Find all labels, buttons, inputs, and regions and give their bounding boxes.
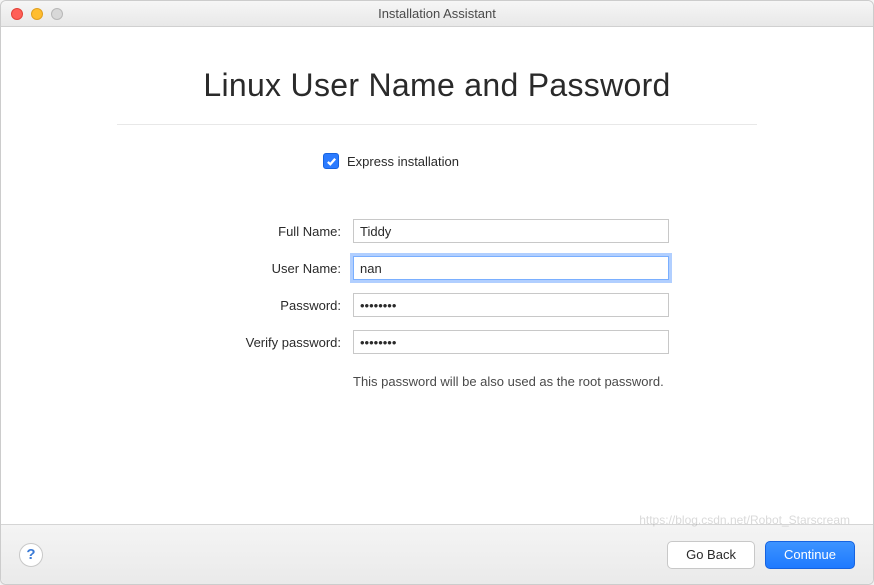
- content-area: Linux User Name and Password Express ins…: [1, 27, 873, 524]
- express-install-checkbox[interactable]: [323, 153, 339, 169]
- help-icon: ?: [26, 546, 35, 563]
- help-button[interactable]: ?: [19, 543, 43, 567]
- traffic-lights: [11, 8, 63, 20]
- full-name-row: Full Name:: [181, 219, 833, 243]
- minimize-icon[interactable]: [31, 8, 43, 20]
- divider: [117, 124, 757, 125]
- express-install-row: Express installation: [323, 153, 833, 169]
- page-title: Linux User Name and Password: [41, 67, 833, 104]
- user-name-input[interactable]: [353, 256, 669, 280]
- go-back-button[interactable]: Go Back: [667, 541, 755, 569]
- full-name-label: Full Name:: [181, 224, 341, 239]
- verify-password-input[interactable]: [353, 330, 669, 354]
- full-name-input[interactable]: [353, 219, 669, 243]
- password-label: Password:: [181, 298, 341, 313]
- window-title: Installation Assistant: [1, 6, 873, 21]
- user-name-row: User Name:: [181, 256, 833, 280]
- footer: ? Go Back Continue: [1, 524, 873, 584]
- titlebar: Installation Assistant: [1, 1, 873, 27]
- maximize-icon: [51, 8, 63, 20]
- password-input[interactable]: [353, 293, 669, 317]
- close-icon[interactable]: [11, 8, 23, 20]
- user-form: Full Name: User Name: Password: Verify p…: [181, 219, 833, 354]
- verify-password-label: Verify password:: [181, 335, 341, 350]
- express-install-label: Express installation: [347, 154, 459, 169]
- checkmark-icon: [326, 156, 337, 167]
- password-row: Password:: [181, 293, 833, 317]
- password-hint: This password will be also used as the r…: [353, 374, 833, 389]
- verify-password-row: Verify password:: [181, 330, 833, 354]
- installer-window: Installation Assistant Linux User Name a…: [0, 0, 874, 585]
- continue-button[interactable]: Continue: [765, 541, 855, 569]
- user-name-label: User Name:: [181, 261, 341, 276]
